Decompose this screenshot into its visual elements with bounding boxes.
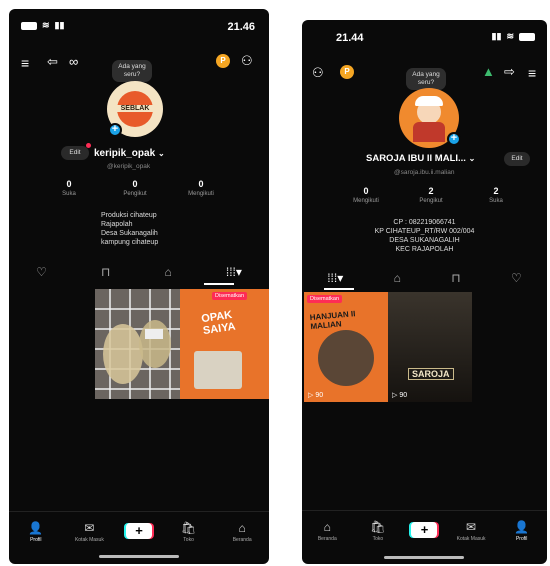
shop-bag-icon: 🛍	[180, 521, 197, 535]
create-button[interactable]: +	[411, 522, 438, 538]
status-time: 21.46	[227, 21, 255, 33]
chef-hat	[415, 96, 443, 106]
wifi-icon: ≋	[506, 31, 514, 41]
tab-saved-bookmark-icon[interactable]: ⊓	[101, 265, 110, 279]
add-friend-icon[interactable]: ⚇	[312, 66, 324, 79]
share-icon[interactable]: ⇨	[504, 65, 515, 78]
pinned-tag: Disematkan	[212, 292, 248, 300]
nav-shop[interactable]: 🛍 Toko	[361, 520, 395, 542]
status-bubble[interactable]: Ada yang seru?	[406, 68, 446, 90]
tab-private-lock-icon[interactable]: ⌂	[164, 265, 171, 279]
profile-icon: 👤	[514, 520, 530, 534]
video-thumbnail-hanjuan[interactable]: Disematkan HANJUAN II MALIAN ▷ 90	[304, 292, 388, 402]
active-tab-underline	[204, 283, 234, 285]
stats-row: 0 Suka 0 Pengikut 0 Mengikuti	[47, 179, 223, 197]
chevron-down-icon[interactable]: ⌄	[469, 154, 476, 163]
share-icon[interactable]: ⇦	[47, 55, 58, 68]
signal-icon: ▮▮	[54, 20, 65, 30]
home-indicator[interactable]	[99, 555, 179, 558]
profile-bio: Produksi cihateup Rajapolah Desa Sukanag…	[101, 212, 159, 247]
video-title: HANJUAN II MALIAN	[309, 309, 356, 332]
nav-profile[interactable]: 👤 Profil	[505, 520, 539, 542]
add-avatar-plus-icon[interactable]: +	[108, 123, 122, 137]
home-indicator[interactable]	[384, 556, 464, 559]
add-friend-icon[interactable]: ⚇	[241, 54, 253, 67]
status-bubble[interactable]: Ada yang seru?	[112, 60, 152, 82]
tab-saved-bookmark-icon[interactable]: ⊓	[451, 271, 460, 285]
view-count: 90	[399, 392, 408, 399]
avatar-body	[413, 122, 445, 142]
inbox-icon: ✉	[466, 520, 477, 534]
nav-shop[interactable]: 🛍 Toko	[172, 521, 206, 543]
left-phone-screen: ≋ ▮▮ 21.46 ≡ ⇦ ∞ P ⚇ Ada yang seru? SEBL…	[9, 9, 269, 564]
video-thumbnail-opak[interactable]: Disematkan OPAK SAIYA	[180, 289, 269, 399]
chevron-down-icon[interactable]: ⌄	[158, 149, 165, 158]
active-tab-underline	[324, 288, 354, 290]
profile-tabs: ♡ ⊓ ⌂ ⁞⁞⁞▾	[9, 264, 269, 280]
add-avatar-plus-icon[interactable]: +	[447, 132, 461, 146]
gift-icon[interactable]: ▲	[482, 65, 495, 78]
nav-home[interactable]: ⌂ Beranda	[310, 520, 344, 542]
chips-photo	[95, 289, 180, 399]
bottom-navigation: ⌂ Beranda 🛍 Toko + ✉ Kotak Masuk 👤 Profil	[302, 510, 547, 548]
signal-icon: ▮▮	[491, 31, 502, 41]
tab-videos-grid-icon[interactable]: ⁞⁞⁞▾	[226, 265, 242, 279]
avatar-logo-text: SEBLAK	[113, 105, 157, 112]
view-count: 90	[315, 392, 324, 399]
tab-liked-heart-icon[interactable]: ♡	[511, 271, 522, 285]
profile-icon: 👤	[28, 521, 44, 535]
tab-private-lock-icon[interactable]: ⌂	[394, 271, 401, 285]
nav-inbox[interactable]: ✉ Kotak Masuk	[72, 521, 106, 543]
tab-liked-heart-icon[interactable]: ♡	[36, 265, 47, 279]
tab-videos-grid-icon[interactable]: ⁞⁞⁞▾	[327, 271, 343, 285]
status-time: 21.44	[336, 32, 364, 44]
inbox-icon: ✉	[84, 521, 95, 535]
battery-icon	[519, 32, 535, 41]
points-badge[interactable]: P	[216, 54, 230, 68]
video-thumbnail-saroja[interactable]: SAROJA ▷ 90	[388, 292, 472, 402]
video-title: SAROJA	[408, 368, 454, 380]
video-thumbnail-chips[interactable]	[95, 289, 180, 399]
right-phone-screen: 21.44 ▮▮ ≋ ⚇ P ▲ ⇨ ≡ Ada yang seru? + SA…	[302, 20, 547, 564]
profile-bio: CP : 082219066741 KP CIHATEUP_RT/RW 002/…	[374, 219, 475, 254]
product-photo	[318, 330, 374, 386]
stat-followers[interactable]: 0 Pengikut	[113, 179, 157, 197]
pinned-tag: Disematkan	[307, 295, 343, 303]
user-handle: @keripik_opak	[107, 163, 151, 170]
username: SAROJA IBU II MALI...	[366, 153, 466, 164]
product-pack-image	[194, 351, 242, 389]
video-title: OPAK SAIYA	[200, 308, 237, 338]
points-badge[interactable]: P	[340, 65, 354, 79]
footprint-icon[interactable]: ∞	[69, 55, 78, 68]
profile-tabs: ⁞⁞⁞▾ ⌂ ⊓ ♡	[302, 270, 547, 286]
notification-dot	[86, 143, 91, 148]
home-icon: ⌂	[323, 520, 331, 534]
stat-following[interactable]: 0 Mengikuti	[179, 179, 223, 197]
nav-profile[interactable]: 👤 Profil	[19, 521, 53, 543]
user-handle: @saroja.ibu.ii.malian	[394, 169, 455, 176]
status-icons: ≋ ▮▮	[21, 21, 64, 30]
stats-row: 0 Mengikuti 2 Pengikut 2 Suka	[344, 186, 518, 204]
menu-icon[interactable]: ≡	[528, 66, 536, 80]
nav-inbox[interactable]: ✉ Kotak Masuk	[454, 520, 488, 542]
home-icon: ⌂	[238, 521, 246, 535]
status-icons: ▮▮ ≋	[492, 32, 535, 41]
create-button[interactable]: +	[125, 523, 152, 539]
stat-likes[interactable]: 2 Suka	[474, 186, 518, 204]
battery-icon	[21, 21, 37, 30]
edit-profile-button[interactable]: Edit	[61, 146, 89, 160]
stat-following[interactable]: 0 Mengikuti	[344, 186, 388, 204]
edit-profile-button[interactable]: Edit	[504, 152, 530, 166]
username: keripik_opak	[94, 148, 156, 159]
stat-likes[interactable]: 0 Suka	[47, 179, 91, 197]
stat-followers[interactable]: 2 Pengikut	[409, 186, 453, 204]
menu-icon[interactable]: ≡	[21, 56, 29, 70]
nav-home[interactable]: ⌂ Beranda	[225, 521, 259, 543]
wifi-icon: ≋	[42, 20, 50, 30]
bottom-navigation: 👤 Profil ✉ Kotak Masuk + 🛍 Toko ⌂ Beranda	[9, 511, 269, 549]
shop-bag-icon: 🛍	[370, 520, 386, 534]
